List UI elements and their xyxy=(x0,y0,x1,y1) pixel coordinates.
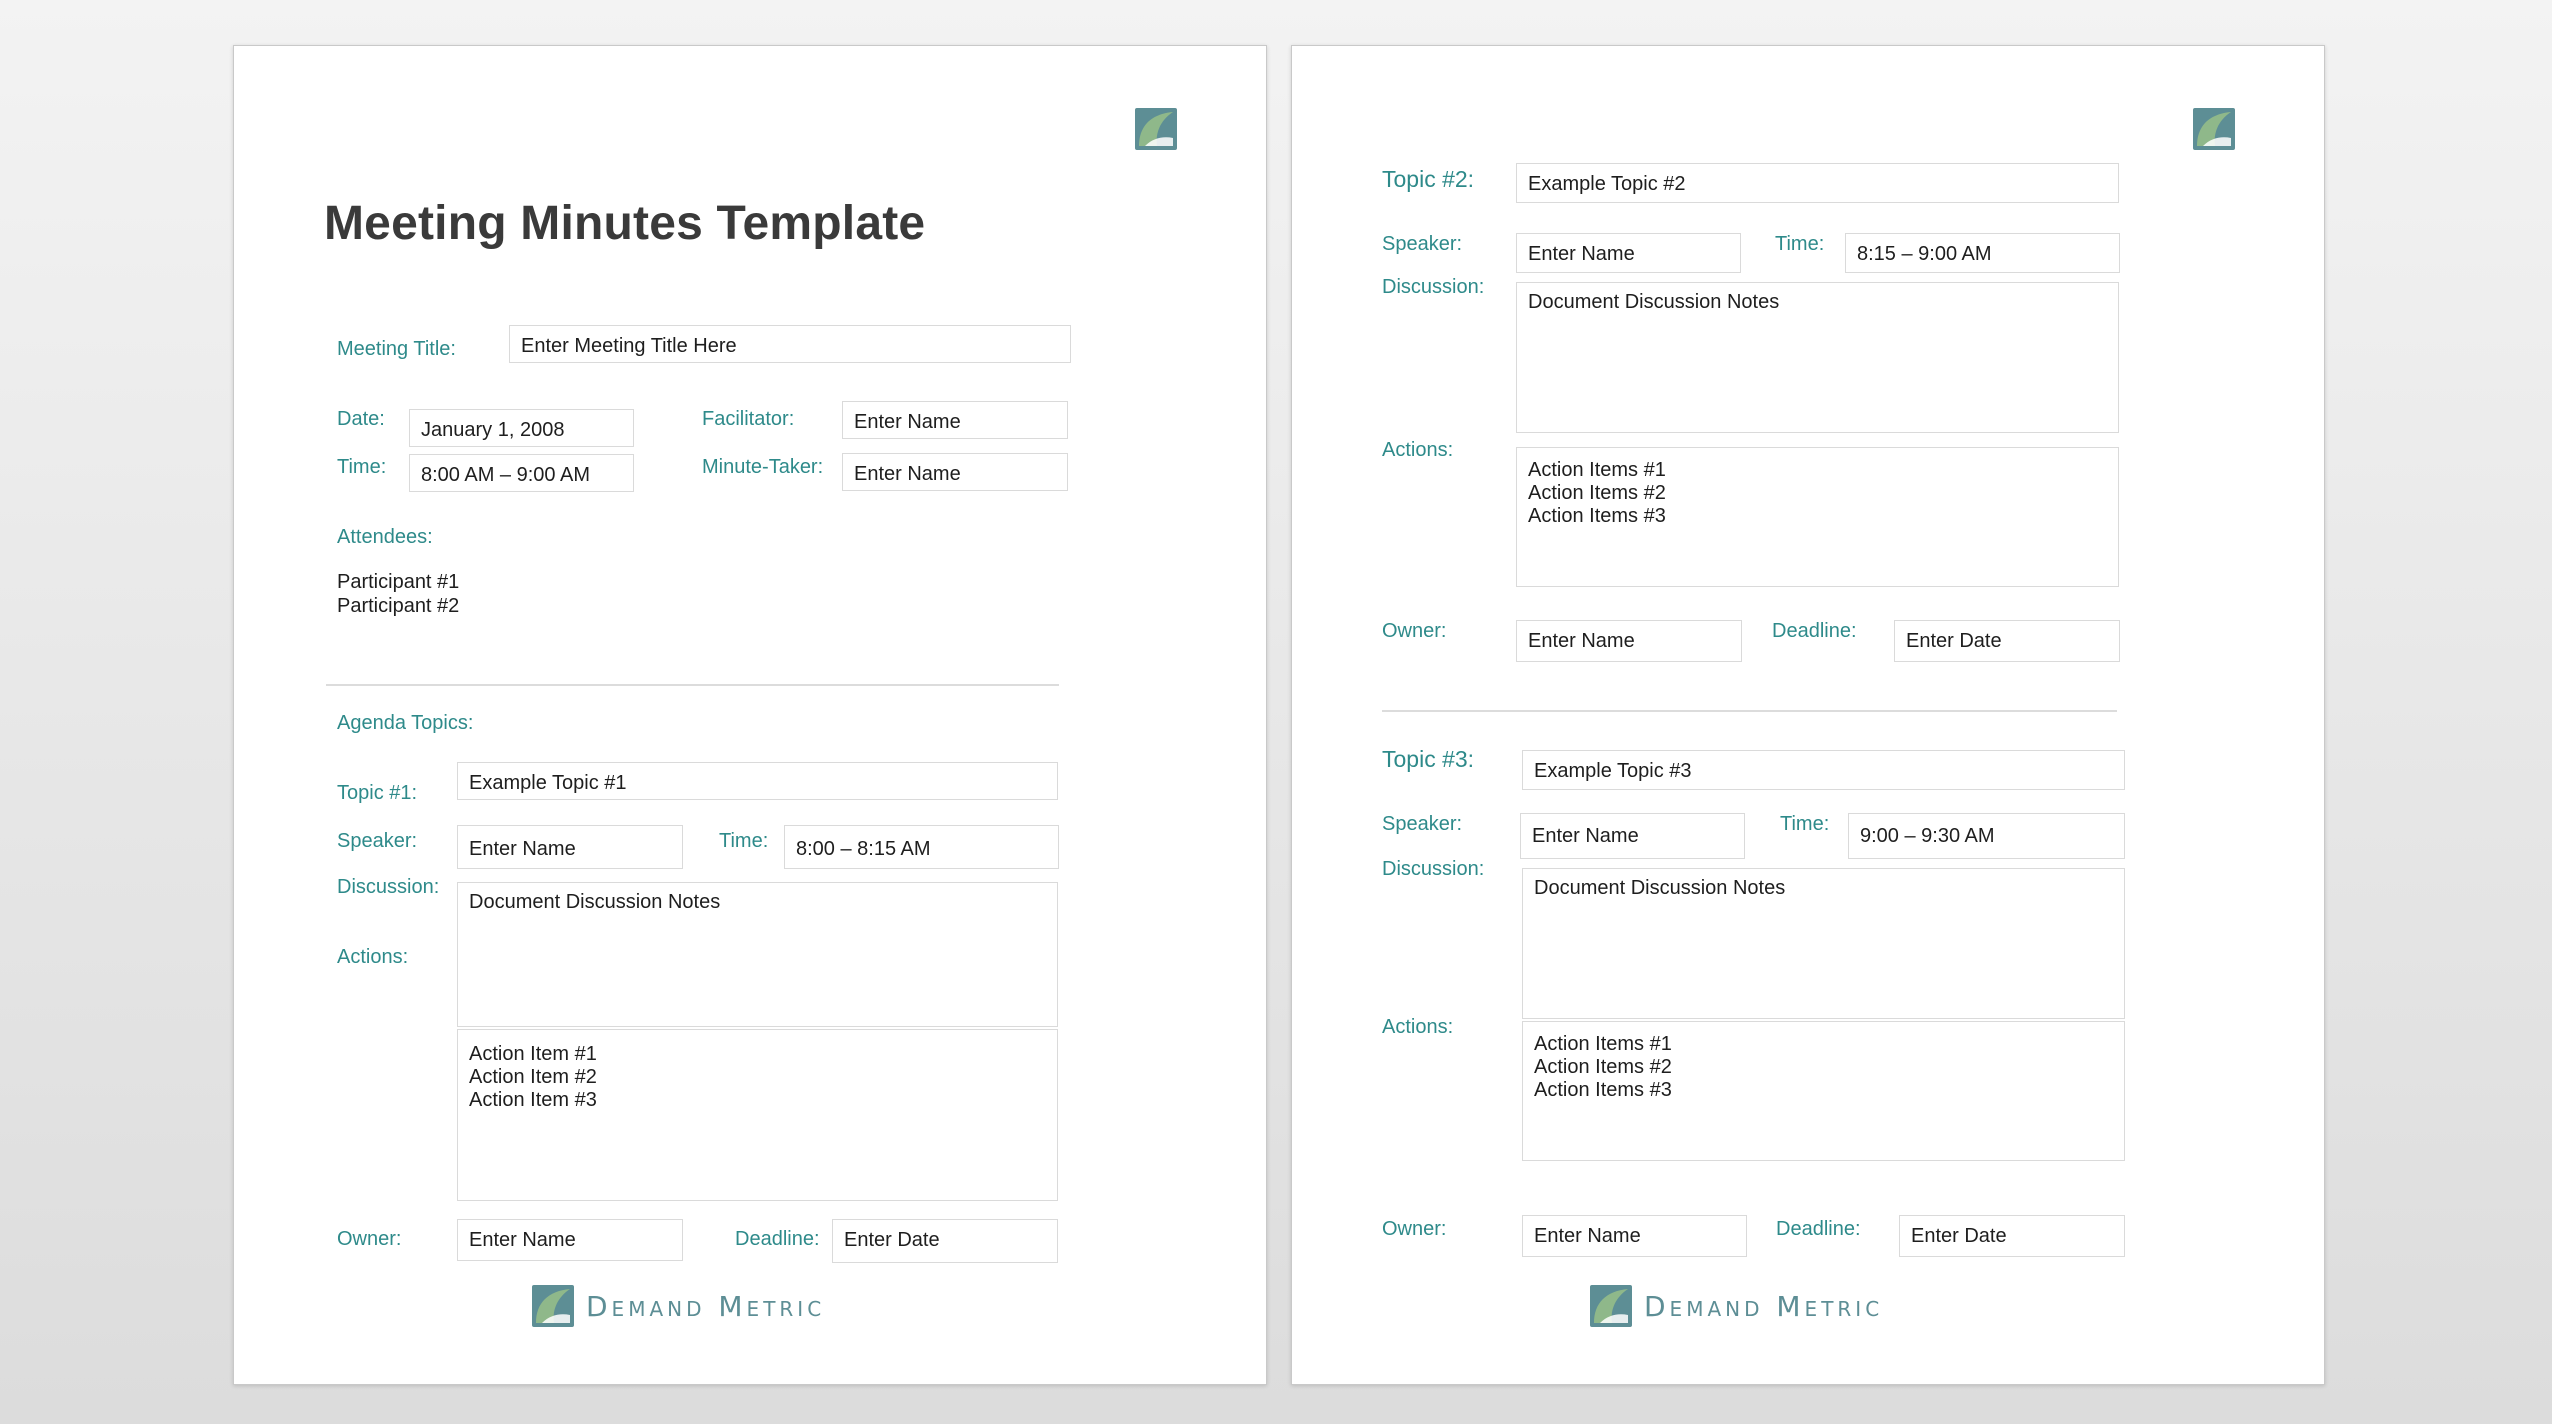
topic-3-time-field[interactable]: 9:00 – 9:30 AM xyxy=(1848,813,2125,859)
topic-1-discussion-field[interactable]: Document Discussion Notes xyxy=(457,882,1058,1027)
topic-2-deadline-field[interactable]: Enter Date xyxy=(1894,620,2120,662)
brand-name: Demand Metric xyxy=(586,1289,826,1323)
topic-1-discussion-label: Discussion: xyxy=(337,876,440,898)
topic-3-speaker-field[interactable]: Enter Name xyxy=(1520,813,1745,859)
document-page-1: Meeting Minutes Template Meeting Title: … xyxy=(233,45,1267,1385)
topic-3-owner-field[interactable]: Enter Name xyxy=(1522,1215,1747,1257)
topic-3-field[interactable]: Example Topic #3 xyxy=(1522,750,2125,790)
topic-3-discussion-label: Discussion: xyxy=(1382,858,1485,880)
footer-brand-logo: Demand Metric xyxy=(1590,1284,1883,1328)
footer-brand-logo: Demand Metric xyxy=(532,1284,825,1328)
section-divider xyxy=(1382,710,2117,712)
topic-1-speaker-label: Speaker: xyxy=(337,830,418,852)
time-label: Time: xyxy=(337,456,387,478)
agenda-topics-label: Agenda Topics: xyxy=(337,712,474,734)
demand-metric-logo-icon xyxy=(532,1285,574,1327)
topic-1-time-field[interactable]: 8:00 – 8:15 AM xyxy=(784,825,1059,869)
page-title: Meeting Minutes Template xyxy=(324,197,926,250)
action-item: Action Item #1 xyxy=(469,1043,597,1065)
topic-2-actions-label: Actions: xyxy=(1382,439,1454,461)
topic-1-actions-field[interactable]: Action Item #1 Action Item #2 Action Ite… xyxy=(457,1029,1058,1201)
attendee-item: Participant #2 xyxy=(337,595,460,617)
topic-2-owner-field[interactable]: Enter Name xyxy=(1516,620,1742,662)
topic-1-deadline-field[interactable]: Enter Date xyxy=(832,1219,1058,1263)
facilitator-field[interactable]: Enter Name xyxy=(842,401,1068,439)
attendees-list: Participant #1 Participant #2 xyxy=(337,570,459,618)
topic-1-owner-label: Owner: xyxy=(337,1228,402,1250)
date-field[interactable]: January 1, 2008 xyxy=(409,409,634,447)
topic-1-owner-field[interactable]: Enter Name xyxy=(457,1219,683,1261)
demand-metric-logo-icon xyxy=(1135,108,1177,150)
topic-2-actions-field[interactable]: Action Items #1 Action Items #2 Action I… xyxy=(1516,447,2119,587)
demand-metric-logo-icon xyxy=(2193,108,2235,150)
topic-2-discussion-field[interactable]: Document Discussion Notes xyxy=(1516,282,2119,433)
brand-name: Demand Metric xyxy=(1644,1289,1884,1323)
minute-taker-field[interactable]: Enter Name xyxy=(842,453,1068,491)
action-item: Action Item #3 xyxy=(469,1089,597,1111)
action-item: Action Items #3 xyxy=(1528,505,1666,527)
action-item: Action Items #2 xyxy=(1534,1056,1672,1078)
topic-3-discussion-field[interactable]: Document Discussion Notes xyxy=(1522,868,2125,1019)
topic-1-actions-label: Actions: xyxy=(337,946,409,968)
topic-2-owner-label: Owner: xyxy=(1382,620,1447,642)
topic-3-label: Topic #3: xyxy=(1382,746,1475,772)
action-item: Action Items #2 xyxy=(1528,482,1666,504)
topic-2-discussion-label: Discussion: xyxy=(1382,276,1485,298)
topic-3-actions-label: Actions: xyxy=(1382,1016,1454,1038)
topic-2-deadline-label: Deadline: xyxy=(1772,620,1857,642)
topic-3-actions-field[interactable]: Action Items #1 Action Items #2 Action I… xyxy=(1522,1021,2125,1161)
topic-2-speaker-field[interactable]: Enter Name xyxy=(1516,233,1741,273)
time-field[interactable]: 8:00 AM – 9:00 AM xyxy=(409,454,634,492)
topic-2-speaker-label: Speaker: xyxy=(1382,233,1463,255)
meeting-title-label: Meeting Title: xyxy=(337,338,456,360)
meeting-title-field[interactable]: Enter Meeting Title Here xyxy=(509,325,1071,363)
topic-1-time-label: Time: xyxy=(719,830,769,852)
topic-1-field[interactable]: Example Topic #1 xyxy=(457,762,1058,800)
action-item: Action Item #2 xyxy=(469,1066,597,1088)
topic-2-field[interactable]: Example Topic #2 xyxy=(1516,163,2119,203)
action-item: Action Items #1 xyxy=(1528,459,1666,481)
attendee-item: Participant #1 xyxy=(337,571,460,593)
action-item: Action Items #3 xyxy=(1534,1079,1672,1101)
topic-2-label: Topic #2: xyxy=(1382,166,1475,192)
topic-1-label: Topic #1: xyxy=(337,782,418,804)
topic-3-time-label: Time: xyxy=(1780,813,1830,835)
topic-3-owner-label: Owner: xyxy=(1382,1218,1447,1240)
topic-3-speaker-label: Speaker: xyxy=(1382,813,1463,835)
facilitator-label: Facilitator: xyxy=(702,408,795,430)
topic-1-speaker-field[interactable]: Enter Name xyxy=(457,825,683,869)
demand-metric-logo-icon xyxy=(1590,1285,1632,1327)
topic-3-deadline-label: Deadline: xyxy=(1776,1218,1861,1240)
attendees-label: Attendees: xyxy=(337,526,433,548)
topic-2-time-label: Time: xyxy=(1775,233,1825,255)
topic-2-time-field[interactable]: 8:15 – 9:00 AM xyxy=(1845,233,2120,273)
topic-1-deadline-label: Deadline: xyxy=(735,1228,820,1250)
action-item: Action Items #1 xyxy=(1534,1033,1672,1055)
minute-taker-label: Minute-Taker: xyxy=(702,456,824,478)
section-divider xyxy=(326,684,1059,686)
document-page-2: Topic #2: Example Topic #2 Speaker: Ente… xyxy=(1291,45,2325,1385)
topic-3-deadline-field[interactable]: Enter Date xyxy=(1899,1215,2125,1257)
date-label: Date: xyxy=(337,408,385,430)
